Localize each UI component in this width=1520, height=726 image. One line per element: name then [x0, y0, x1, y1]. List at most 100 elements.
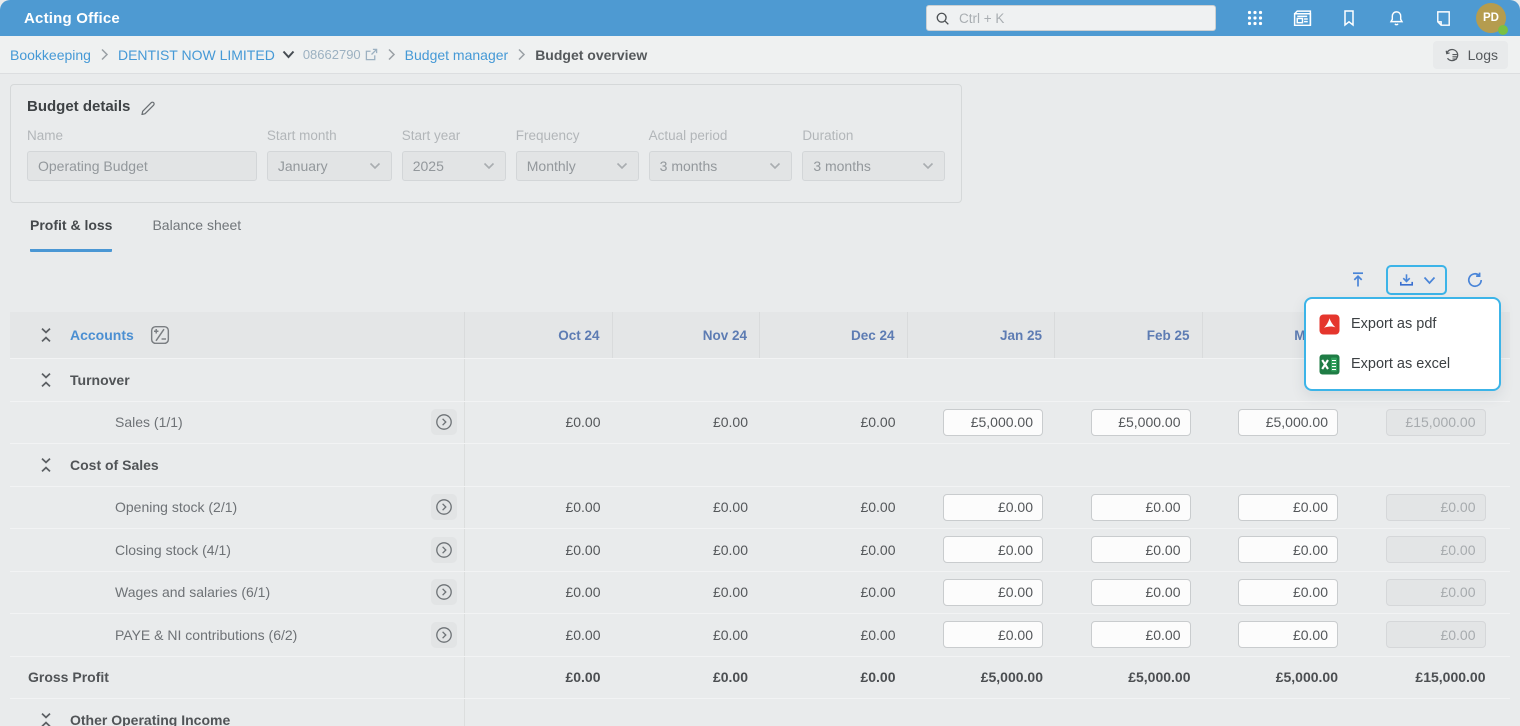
pdf-file-icon	[1319, 314, 1340, 334]
edit-pencil-icon[interactable]	[140, 99, 156, 115]
budget-input-cell	[908, 572, 1056, 614]
tab-balance-sheet[interactable]: Balance sheet	[152, 217, 241, 252]
summary-value-cell: £5,000.00	[1128, 669, 1191, 686]
budget-amount-input[interactable]	[943, 621, 1043, 649]
search-icon	[936, 12, 949, 25]
account-label: Sales (1/1)	[115, 414, 183, 431]
top-bar: Acting Office PD	[0, 0, 1520, 36]
field-label: Frequency	[515, 128, 580, 143]
account-cell: Cost of Sales	[10, 444, 465, 486]
bookmark-icon[interactable]	[1338, 7, 1360, 29]
budget-amount-input[interactable]	[943, 578, 1043, 606]
budget-amount-input[interactable]	[1090, 493, 1191, 521]
collapse-group-icon[interactable]	[38, 712, 54, 726]
logs-button[interactable]: Logs	[1432, 40, 1508, 69]
table-row-account: Opening stock (2/1) £0.00 £0.00 £0.00	[10, 485, 1510, 528]
open-account-row-button[interactable]	[431, 536, 457, 563]
empty-cell	[908, 444, 1056, 486]
budget-amount-input[interactable]	[943, 493, 1043, 521]
budget-input-cell	[1203, 402, 1351, 444]
row-total-input	[1385, 536, 1486, 564]
chevron-down-icon	[369, 162, 380, 170]
notes-page-icon[interactable]	[1432, 7, 1454, 29]
plus-minus-toggle-icon[interactable]	[150, 325, 170, 345]
month-column-header: Dec 24	[760, 312, 908, 358]
app-window: Acting Office PD	[0, 0, 1520, 726]
open-account-row-button[interactable]	[431, 409, 457, 436]
budget-amount-input[interactable]	[1090, 578, 1191, 606]
budget-details-panel: Budget details Name Start month January …	[10, 84, 962, 203]
open-account-row-button[interactable]	[431, 579, 457, 606]
account-cell: PAYE & NI contributions (6/2)	[10, 614, 465, 656]
excel-file-icon	[1319, 354, 1340, 374]
notifications-bell-icon[interactable]	[1385, 7, 1407, 29]
export-as-excel-item[interactable]: Export as excel	[1306, 344, 1499, 384]
collapse-all-icon[interactable]	[38, 327, 54, 343]
avatar-initials: PD	[1483, 12, 1499, 24]
tab-profit-and-loss[interactable]: Profit & loss	[30, 217, 113, 252]
external-link-icon[interactable]	[365, 48, 378, 61]
actual-value-cell: £0.00	[565, 414, 601, 431]
open-account-row-button[interactable]	[431, 494, 457, 521]
breadcrumb-company[interactable]: DENTIST NOW LIMITED	[118, 47, 295, 63]
upload-icon	[1353, 272, 1363, 287]
budget-details-fields: Name Start month January Start year 2025…	[27, 128, 945, 181]
workspace-icon[interactable]	[1291, 7, 1313, 29]
budget-input-cell	[1055, 402, 1203, 444]
budget-amount-input[interactable]	[1090, 621, 1191, 649]
budget-amount-input[interactable]	[943, 536, 1043, 564]
breadcrumb-bookkeeping[interactable]: Bookkeeping	[10, 47, 91, 63]
panel-title: Budget details	[27, 98, 131, 115]
actual-value-cell: £0.00	[565, 584, 601, 601]
breadcrumb-budget-manager[interactable]: Budget manager	[405, 47, 509, 63]
empty-cell	[760, 444, 908, 486]
accounts-header-cell: Accounts	[10, 312, 465, 358]
row-total-input	[1385, 621, 1486, 649]
chevron-down-icon[interactable]	[282, 50, 295, 59]
budget-amount-input[interactable]	[1238, 493, 1338, 521]
empty-cell	[465, 444, 613, 486]
apps-grid-icon[interactable]	[1244, 7, 1266, 29]
field-label: Actual period	[648, 128, 728, 143]
import-upload-button[interactable]	[1343, 265, 1373, 295]
summary-value-cell: £0.00	[565, 669, 601, 686]
table-row-account: Sales (1/1) £0.00 £0.00 £0.00	[10, 400, 1510, 444]
breadcrumb: Bookkeeping DENTIST NOW LIMITED 08662790…	[0, 36, 1520, 74]
budget-amount-input[interactable]	[943, 408, 1043, 436]
month-column-header: Feb 25	[1055, 312, 1203, 358]
chevron-down-icon	[770, 162, 781, 170]
budget-amount-input[interactable]	[1238, 621, 1338, 649]
budget-amount-input[interactable]	[1238, 408, 1338, 436]
actual-period-select: 3 months	[648, 151, 793, 181]
budget-amount-input[interactable]	[1090, 536, 1191, 564]
empty-cell	[1203, 444, 1351, 486]
collapse-group-icon[interactable]	[38, 457, 54, 473]
budget-amount-input[interactable]	[1238, 578, 1338, 606]
empty-cell	[613, 359, 761, 401]
account-label: Opening stock (2/1)	[115, 499, 238, 516]
search-input[interactable]	[957, 9, 1207, 27]
duration-select: 3 months	[802, 151, 945, 181]
table-row-account: PAYE & NI contributions (6/2) £0.00 £0.00 £…	[10, 613, 1510, 656]
empty-cell	[1055, 359, 1203, 401]
budget-table: AccountsOct 24Nov 24Dec 24Jan 25Feb 25Ma…	[10, 312, 1510, 726]
start-year-select: 2025	[401, 151, 506, 181]
global-search[interactable]	[926, 5, 1216, 31]
user-avatar[interactable]: PD	[1476, 3, 1508, 35]
budget-amount-input[interactable]	[1238, 536, 1338, 564]
actual-value-cell: £0.00	[860, 626, 896, 643]
report-tabs: Profit & loss Balance sheet	[30, 217, 1520, 252]
export-download-button[interactable]	[1386, 265, 1447, 295]
open-account-row-button[interactable]	[431, 621, 457, 648]
budget-input-cell	[908, 614, 1056, 656]
collapse-group-icon[interactable]	[38, 372, 54, 388]
account-label: Wages and salaries (6/1)	[115, 584, 271, 601]
refresh-button[interactable]	[1460, 265, 1490, 295]
budget-amount-input[interactable]	[1090, 408, 1191, 436]
summary-value-cell: £0.00	[860, 669, 896, 686]
total-cell	[1350, 572, 1498, 614]
actual-value-cell: £0.00	[565, 626, 601, 643]
row-total-input	[1385, 408, 1486, 436]
export-as-pdf-item[interactable]: Export as pdf	[1306, 304, 1499, 344]
empty-cell	[1350, 699, 1498, 726]
